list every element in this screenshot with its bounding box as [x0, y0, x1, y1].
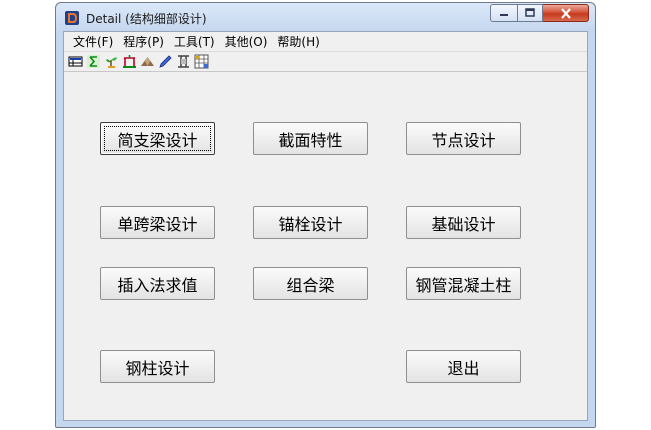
- exit-label: 退出: [447, 358, 480, 378]
- menu-file[interactable]: 文件(F): [68, 33, 118, 50]
- caption-buttons: [490, 4, 589, 23]
- joint-design-button[interactable]: 节点设计: [406, 122, 521, 155]
- menu-program[interactable]: 程序(P): [118, 33, 169, 50]
- menu-other[interactable]: 其他(O): [220, 33, 273, 50]
- interpolation-button[interactable]: 插入法求值: [100, 267, 215, 300]
- frame-icon: [123, 55, 136, 68]
- toolbar-button-pencil[interactable]: [158, 54, 173, 69]
- toolbar-button-sigma[interactable]: [86, 54, 101, 69]
- simple-beam-design-button[interactable]: 简支梁设计: [100, 122, 215, 155]
- close-icon: [560, 7, 571, 19]
- foundation-design-label: 基础设计: [431, 214, 496, 234]
- joint-design-label: 节点设计: [431, 130, 496, 150]
- steel-column-design-label: 钢柱设计: [125, 358, 190, 378]
- single-span-beam-design-button[interactable]: 单跨梁设计: [100, 206, 215, 239]
- menu-tools[interactable]: 工具(T): [169, 33, 220, 50]
- single-span-beam-design-label: 单跨梁设计: [117, 214, 198, 234]
- menu-help[interactable]: 帮助(H): [272, 33, 324, 50]
- app-logo-icon: [64, 10, 80, 26]
- client-area: 文件(F) 程序(P) 工具(T) 其他(O) 帮助(H) 简支梁设计 截面特性…: [63, 31, 588, 421]
- anchor-bolt-design-button[interactable]: 锚栓设计: [253, 206, 368, 239]
- maximize-button[interactable]: [517, 4, 543, 22]
- section-properties-label: 截面特性: [278, 130, 343, 150]
- composite-beam-button[interactable]: 组合梁: [253, 267, 368, 300]
- pencil-icon: [159, 55, 172, 68]
- sigma-icon: [87, 55, 100, 68]
- toolbar-button-grid[interactable]: [194, 54, 209, 69]
- column-icon: [178, 55, 189, 68]
- toolbar-button-table[interactable]: [68, 54, 83, 69]
- toolbar-button-column[interactable]: [176, 54, 191, 69]
- minimize-button[interactable]: [490, 4, 517, 22]
- toolbar: [64, 52, 587, 72]
- grid-icon: [194, 54, 209, 69]
- section-properties-button[interactable]: 截面特性: [253, 122, 368, 155]
- window-title: Detail (结构细部设计): [86, 12, 207, 26]
- concrete-filled-steel-tube-column-label: 钢管混凝土柱: [415, 275, 512, 295]
- anchor-bolt-design-label: 锚栓设计: [278, 214, 343, 234]
- close-button[interactable]: [543, 4, 589, 22]
- minimize-icon: [500, 14, 508, 16]
- concrete-filled-steel-tube-column-button[interactable]: 钢管混凝土柱: [406, 267, 521, 300]
- steel-column-design-button[interactable]: 钢柱设计: [100, 350, 215, 383]
- app-window: Detail (结构细部设计) 文件(F) 程序(P) 工具(T) 其他(O) …: [55, 2, 596, 428]
- menu-bar: 文件(F) 程序(P) 工具(T) 其他(O) 帮助(H): [64, 32, 587, 52]
- maximize-icon: [525, 8, 535, 17]
- interpolation-label: 插入法求值: [117, 275, 198, 295]
- exit-button[interactable]: 退出: [406, 350, 521, 383]
- toolbar-button-mountain[interactable]: [140, 54, 155, 69]
- main-panel: 简支梁设计 截面特性 节点设计 单跨梁设计 锚栓设计 基础设计 插入法求值 组合…: [64, 74, 587, 420]
- table-icon: [68, 56, 83, 67]
- toolbar-button-frame[interactable]: [122, 54, 137, 69]
- foundation-design-button[interactable]: 基础设计: [406, 206, 521, 239]
- toolbar-button-plant[interactable]: [104, 54, 119, 69]
- composite-beam-label: 组合梁: [286, 275, 335, 295]
- mountain-icon: [141, 57, 154, 66]
- plant-icon: [106, 57, 117, 68]
- simple-beam-design-label: 简支梁设计: [117, 130, 198, 150]
- title-bar[interactable]: Detail (结构细部设计): [56, 3, 595, 31]
